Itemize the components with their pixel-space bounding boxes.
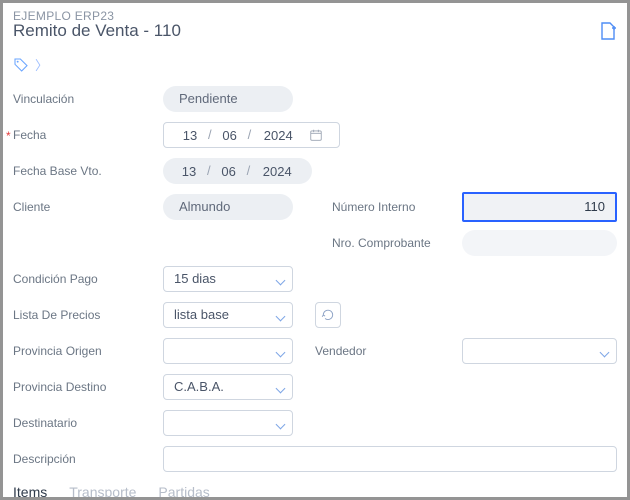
destinatario-select[interactable]: [163, 410, 293, 436]
prov-destino-select[interactable]: C.A.B.A.: [163, 374, 293, 400]
calendar-icon: [309, 128, 323, 142]
vendedor-label: Vendedor: [315, 344, 415, 358]
tag-row[interactable]: 〉: [13, 55, 617, 74]
cliente-value[interactable]: Almundo: [163, 194, 293, 220]
vendedor-select[interactable]: [462, 338, 617, 364]
lista-precios-select[interactable]: lista base: [163, 302, 293, 328]
fecha-year[interactable]: [259, 128, 297, 143]
numero-interno-value[interactable]: 110: [462, 192, 617, 222]
destinatario-label: Destinatario: [13, 416, 163, 430]
refresh-icon: [321, 308, 335, 322]
chevron-right-icon: 〉: [35, 55, 48, 74]
nro-comprobante-label: Nro. Comprobante: [332, 236, 462, 250]
tag-icon: [13, 57, 29, 73]
numero-interno-label: Número Interno: [332, 200, 462, 214]
fecha-month[interactable]: [220, 128, 240, 143]
prov-origen-select[interactable]: [163, 338, 293, 364]
lista-precios-label: Lista De Precios: [13, 308, 163, 322]
prov-destino-label: Provincia Destino: [13, 380, 163, 394]
cond-pago-select[interactable]: 15 dias: [163, 266, 293, 292]
prov-origen-label: Provincia Origen: [13, 344, 163, 358]
page-title: Remito de Venta - 110: [13, 21, 181, 41]
tab-transporte[interactable]: Transporte: [69, 484, 136, 500]
tabs: Items Transporte Partidas: [13, 484, 617, 500]
fecha-input[interactable]: / /: [163, 122, 340, 148]
new-doc-icon[interactable]: [599, 21, 617, 41]
cond-pago-label: Condición Pago: [13, 272, 163, 286]
descripcion-label: Descripción: [13, 452, 163, 466]
vinculacion-label: Vinculación: [13, 92, 163, 106]
fecha-base-label: Fecha Base Vto.: [13, 164, 163, 178]
descripcion-input[interactable]: [163, 446, 617, 472]
vinculacion-value: Pendiente: [163, 86, 293, 112]
refresh-button[interactable]: [315, 302, 341, 328]
fecha-label: Fecha: [13, 128, 163, 142]
tab-items[interactable]: Items: [13, 484, 47, 500]
fecha-base-value: / /: [163, 158, 312, 184]
nro-comprobante-value: [462, 230, 617, 256]
fecha-day[interactable]: [180, 128, 200, 143]
tab-partidas[interactable]: Partidas: [158, 484, 209, 500]
cliente-label: Cliente: [13, 200, 163, 214]
